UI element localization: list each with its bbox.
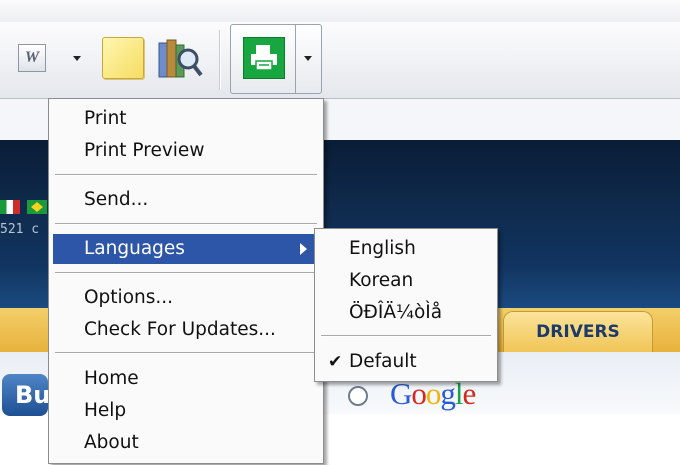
menu-item-print-preview[interactable]: Print Preview <box>53 136 319 166</box>
window-top-strip <box>0 0 680 23</box>
submenu-arrow-icon <box>300 243 307 255</box>
menu-separator <box>55 272 317 274</box>
italy-flag-icon[interactable] <box>0 200 20 214</box>
menu-item-languages[interactable]: Languages <box>53 234 319 264</box>
menu-item-languages-label: Languages <box>84 238 185 259</box>
menu-item-about[interactable]: About <box>53 428 319 458</box>
submenu-item-default-label: Default <box>349 351 417 372</box>
submenu-item-english[interactable]: English <box>319 234 493 264</box>
toolbar-separator <box>219 30 220 90</box>
google-radio-button[interactable] <box>348 386 368 406</box>
menu-item-help[interactable]: Help <box>53 396 319 426</box>
brazil-flag-icon[interactable] <box>27 200 47 214</box>
word-icon-glyph: W <box>24 49 40 66</box>
banner-text: 521 c <box>0 222 40 237</box>
note-icon[interactable] <box>102 37 144 79</box>
menu-item-home[interactable]: Home <box>53 364 319 394</box>
buy-button[interactable]: Bu <box>2 374 50 416</box>
menu-item-print[interactable]: Print <box>53 104 319 134</box>
menu-separator <box>321 335 491 337</box>
checkmark-icon: ✔ <box>328 352 343 372</box>
print-dropdown-menu: Print Print Preview Send... Languages Op… <box>48 98 324 464</box>
chevron-down-icon[interactable] <box>73 56 81 61</box>
languages-submenu: English Korean ÖÐÎÄ¼òÌå ✔ Default <box>314 228 498 382</box>
print-split-button[interactable] <box>230 24 322 94</box>
menu-item-options[interactable]: Options... <box>53 283 319 313</box>
submenu-item-default[interactable]: ✔ Default <box>319 347 493 377</box>
split-divider <box>295 25 296 93</box>
chevron-down-icon[interactable] <box>304 56 312 61</box>
books-search-icon[interactable] <box>157 35 203 81</box>
menu-separator <box>55 352 317 354</box>
menu-item-send[interactable]: Send... <box>53 185 319 215</box>
word-icon[interactable]: W <box>18 44 46 72</box>
tab-drivers[interactable]: DRIVERS <box>503 311 653 352</box>
submenu-item-chinese[interactable]: ÖÐÎÄ¼òÌå <box>319 298 493 328</box>
menu-item-check-for-updates[interactable]: Check For Updates... <box>53 315 319 345</box>
menu-separator <box>55 223 317 225</box>
submenu-item-korean[interactable]: Korean <box>319 266 493 296</box>
printer-icon[interactable] <box>243 37 285 79</box>
menu-separator <box>55 174 317 176</box>
